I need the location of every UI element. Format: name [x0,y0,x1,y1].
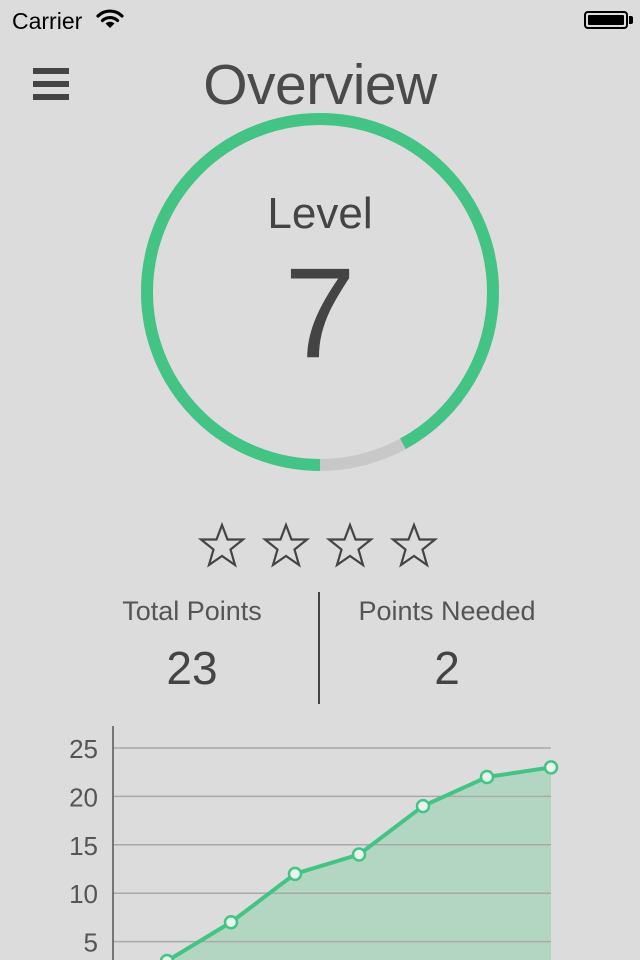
data-point [543,760,559,775]
status-bar: Carrier [0,0,640,40]
data-point [287,866,303,882]
data-point [351,847,367,862]
level-value: 7 [284,242,356,385]
data-point [479,769,495,785]
data-point [223,914,239,930]
total-points-value: 23 [166,642,218,694]
total-points-stat: Total Points 23 [62,596,322,695]
carrier-label: Carrier [12,8,83,34]
level-label: Level [267,189,373,238]
y-tick-label: 5 [84,928,98,958]
y-tick-label: 25 [69,734,98,764]
star-icon[interactable] [198,522,246,570]
y-tick-label: 10 [69,879,98,909]
battery-tip [629,16,633,24]
points-needed-label: Points Needed [358,596,536,626]
star-icon[interactable] [390,522,438,570]
total-points-label: Total Points [122,596,262,626]
star-icon[interactable] [262,522,310,570]
y-tick-label: 15 [69,831,98,861]
battery-icon [584,11,628,29]
y-tick-label: 20 [69,782,98,812]
star-rating[interactable] [198,522,448,570]
star-icon[interactable] [326,522,374,570]
data-point [159,953,175,960]
points-needed-stat: Points Needed 2 [317,596,577,695]
wifi-icon [96,9,124,28]
data-point [415,798,431,814]
points-needed-value: 2 [434,642,460,694]
points-history-chart: 25 20 15 10 5 [69,726,559,960]
